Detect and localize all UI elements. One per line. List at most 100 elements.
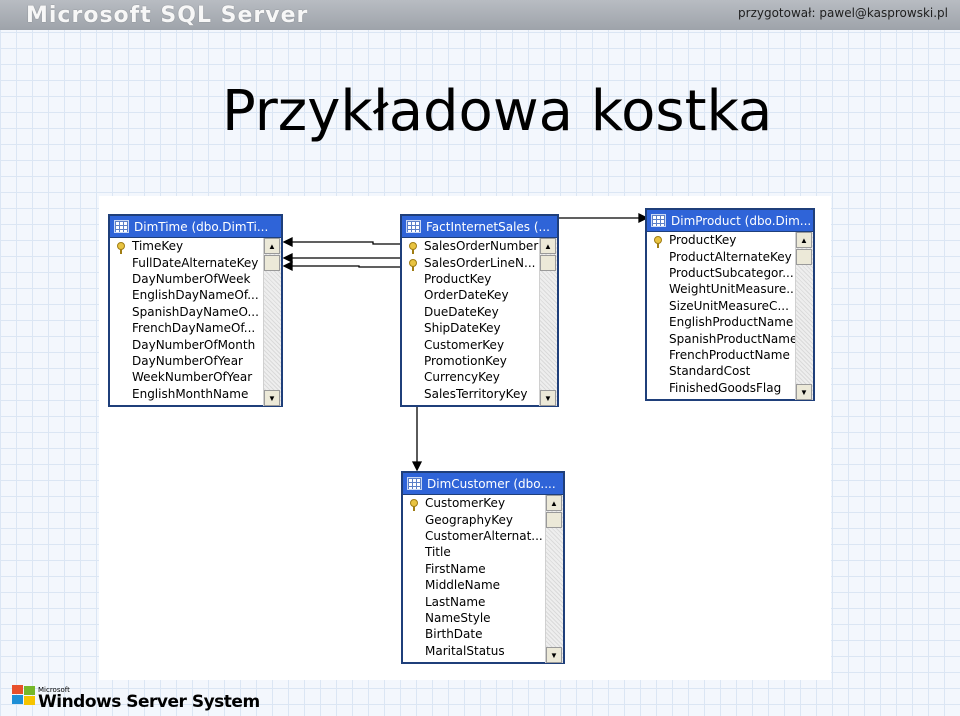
scrollbar[interactable]: ▲ ▼ bbox=[263, 238, 281, 406]
column-row[interactable]: CurrencyKey bbox=[402, 369, 540, 385]
column-row[interactable]: GeographyKey bbox=[403, 511, 546, 527]
column-row[interactable]: SpanishProductName bbox=[647, 330, 796, 346]
scrollbar[interactable]: ▲ ▼ bbox=[795, 232, 813, 400]
column-row[interactable]: CustomerKey bbox=[403, 495, 546, 512]
column-row[interactable]: BirthDate bbox=[403, 626, 546, 642]
table-icon bbox=[407, 477, 422, 490]
scroll-down-button[interactable]: ▼ bbox=[540, 390, 556, 406]
column-name: CustomerKey bbox=[425, 496, 506, 511]
column-name: DayNumberOfMonth bbox=[132, 337, 256, 352]
column-row[interactable]: CustomerKey bbox=[402, 336, 540, 352]
key-slot bbox=[402, 242, 424, 255]
column-row[interactable]: DayNumberOfYear bbox=[110, 353, 264, 369]
column-name: GeographyKey bbox=[425, 512, 514, 527]
column-row[interactable]: StandardCost bbox=[647, 363, 796, 379]
column-name: TimeKey bbox=[132, 239, 184, 254]
column-row[interactable]: ShipDateKey bbox=[402, 320, 540, 336]
scroll-thumb[interactable] bbox=[540, 255, 556, 271]
column-name: MaritalStatus bbox=[425, 643, 505, 658]
scroll-thumb[interactable] bbox=[546, 512, 562, 528]
column-row[interactable]: SalesOrderNumber bbox=[402, 238, 540, 255]
column-row[interactable]: FinishedGoodsFlag bbox=[647, 380, 796, 396]
column-row[interactable]: SalesOrderLineN... bbox=[402, 254, 540, 271]
column-row[interactable]: MaritalStatus bbox=[403, 643, 546, 659]
column-row[interactable]: MiddleName bbox=[403, 577, 546, 593]
column-name: WeekNumberOfYear bbox=[132, 370, 253, 385]
table-header[interactable]: FactInternetSales (... bbox=[402, 216, 557, 238]
column-row[interactable]: ProductKey bbox=[647, 232, 796, 249]
column-list: TimeKey FullDateAlternateKey DayNumberOfWe… bbox=[110, 238, 264, 406]
column-row[interactable]: Title bbox=[403, 544, 546, 560]
diagram-canvas: DimTime (dbo.DimTi... TimeKey FullDateAlt… bbox=[99, 196, 831, 680]
column-row[interactable]: EnglishProductName bbox=[647, 314, 796, 330]
table-icon bbox=[406, 220, 421, 233]
scrollbar[interactable]: ▲ ▼ bbox=[539, 238, 557, 406]
column-row[interactable]: TimeKey bbox=[110, 238, 264, 255]
column-row[interactable]: SpanishDayNameO... bbox=[110, 304, 264, 320]
column-row[interactable]: ProductKey bbox=[402, 271, 540, 287]
arrow-head-icon bbox=[282, 252, 293, 264]
column-row[interactable]: LastName bbox=[403, 593, 546, 609]
column-row[interactable]: WeightUnitMeasure... bbox=[647, 281, 796, 297]
table-factinternetsales[interactable]: FactInternetSales (... SalesOrderNumber S… bbox=[400, 214, 559, 407]
scroll-thumb[interactable] bbox=[796, 249, 812, 265]
column-list: CustomerKey GeographyKey CustomerAlternat.… bbox=[403, 495, 546, 663]
column-row[interactable]: FrenchDayNameOf... bbox=[110, 320, 264, 336]
column-row[interactable]: ProductAlternateKey bbox=[647, 248, 796, 264]
column-row[interactable]: CustomerAlternat... bbox=[403, 528, 546, 544]
column-list: SalesOrderNumber SalesOrderLineN... Produc… bbox=[402, 238, 540, 406]
scroll-down-button[interactable]: ▼ bbox=[546, 647, 562, 663]
column-name: SpanishProductName bbox=[669, 331, 796, 346]
primary-key-icon bbox=[117, 242, 125, 255]
header-bar: Microsoft SQL Server przygotował: pawel@… bbox=[0, 0, 960, 30]
scroll-up-button[interactable]: ▲ bbox=[546, 495, 562, 511]
table-dimproduct[interactable]: DimProduct (dbo.Dim... ProductKey Product… bbox=[645, 208, 815, 401]
column-row[interactable]: SizeUnitMeasureC... bbox=[647, 298, 796, 314]
column-row[interactable]: FirstName bbox=[403, 561, 546, 577]
windows-logo bbox=[12, 685, 39, 705]
primary-key-icon bbox=[409, 258, 417, 271]
table-dimtime[interactable]: DimTime (dbo.DimTi... TimeKey FullDateAlt… bbox=[108, 214, 283, 407]
table-header[interactable]: DimTime (dbo.DimTi... bbox=[110, 216, 281, 238]
column-row[interactable]: EnglishDayNameOf... bbox=[110, 287, 264, 303]
column-name: ProductSubcategor... bbox=[669, 265, 794, 280]
scroll-up-button[interactable]: ▲ bbox=[796, 232, 812, 248]
column-row[interactable]: OrderDateKey bbox=[402, 287, 540, 303]
column-row[interactable]: WeekNumberOfYear bbox=[110, 369, 264, 385]
scroll-up-button[interactable]: ▲ bbox=[264, 238, 280, 254]
column-name: FinishedGoodsFlag bbox=[669, 380, 782, 395]
column-row[interactable]: EnglishMonthName bbox=[110, 386, 264, 402]
column-name: WeightUnitMeasure... bbox=[669, 282, 796, 297]
column-row[interactable]: SalesTerritoryKey bbox=[402, 386, 540, 402]
column-name: CustomerKey bbox=[424, 337, 505, 352]
primary-key-icon bbox=[654, 236, 662, 249]
column-row[interactable]: ProductSubcategor... bbox=[647, 265, 796, 281]
scroll-thumb[interactable] bbox=[264, 255, 280, 271]
scroll-up-button[interactable]: ▲ bbox=[540, 238, 556, 254]
column-row[interactable]: FullDateAlternateKey bbox=[110, 254, 264, 270]
column-row[interactable]: NameStyle bbox=[403, 610, 546, 626]
column-name: SizeUnitMeasureC... bbox=[669, 298, 789, 313]
column-name: FrenchDayNameOf... bbox=[132, 321, 256, 336]
table-header[interactable]: DimCustomer (dbo.... bbox=[403, 473, 563, 495]
column-row[interactable]: DayNumberOfWeek bbox=[110, 271, 264, 287]
column-row[interactable]: FrenchProductName bbox=[647, 347, 796, 363]
scrollbar[interactable]: ▲ ▼ bbox=[545, 495, 563, 663]
column-name: CurrencyKey bbox=[424, 370, 500, 385]
column-name: MiddleName bbox=[425, 578, 501, 593]
column-row[interactable]: DayNumberOfMonth bbox=[110, 336, 264, 352]
column-name: NameStyle bbox=[425, 610, 491, 625]
slide-title: Przykładowa kostka bbox=[222, 79, 773, 144]
scroll-down-button[interactable]: ▼ bbox=[264, 390, 280, 406]
table-dimcustomer[interactable]: DimCustomer (dbo.... CustomerKey Geograph… bbox=[401, 471, 565, 664]
key-slot bbox=[647, 236, 669, 249]
table-header[interactable]: DimProduct (dbo.Dim... bbox=[647, 210, 813, 232]
arrow-head-icon bbox=[282, 260, 293, 272]
scroll-down-button[interactable]: ▼ bbox=[796, 384, 812, 400]
column-row[interactable]: DueDateKey bbox=[402, 304, 540, 320]
column-name: SpanishDayNameO... bbox=[132, 304, 259, 319]
table-title: DimTime (dbo.DimTi... bbox=[134, 219, 269, 234]
column-row[interactable]: PromotionKey bbox=[402, 353, 540, 369]
column-name: FullDateAlternateKey bbox=[132, 255, 259, 270]
column-name: SalesOrderNumber bbox=[424, 239, 539, 254]
